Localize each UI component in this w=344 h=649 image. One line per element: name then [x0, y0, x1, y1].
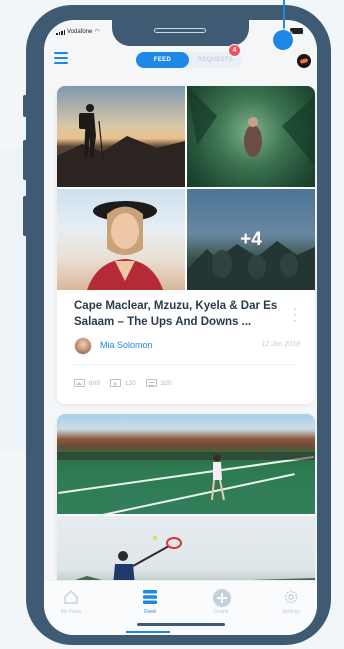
gear-icon: [283, 589, 299, 605]
carrier-name: Vodafone: [67, 28, 93, 35]
home-indicator: [137, 623, 225, 626]
annotation-dot: [273, 30, 293, 50]
nav-create[interactable]: Create: [196, 589, 246, 615]
phone-side-button: [23, 95, 27, 117]
audio-icon: [145, 379, 157, 387]
photo-more[interactable]: +4: [187, 189, 315, 290]
signal-icon: [56, 29, 65, 35]
wifi-icon: ◠: [94, 29, 100, 35]
menu-icon[interactable]: [54, 52, 68, 64]
bottom-nav: My Posts Feed Create Settings: [44, 580, 317, 635]
more-options-icon[interactable]: [293, 308, 297, 322]
feed-list[interactable]: +4 Cape Maclear, Mzuzu, Kyela & Dar Es S…: [44, 80, 317, 600]
tab-feed[interactable]: FEED: [136, 52, 189, 68]
photo-grid[interactable]: +4: [57, 86, 315, 290]
status-bar-left: Vodafone ◠: [56, 28, 100, 35]
divider: [74, 364, 298, 365]
portrait-illustration: [87, 201, 163, 290]
post-card[interactable]: +4 Cape Maclear, Mzuzu, Kyela & Dar Es S…: [57, 86, 315, 404]
feed-requests-toggle: FEED REQUESTS: [136, 52, 242, 68]
more-photos-count: +4: [187, 189, 315, 290]
post-title[interactable]: Cape Maclear, Mzuzu, Kyela & Dar Es Sala…: [74, 298, 294, 330]
post-date: 12 Jan 2018: [261, 341, 300, 348]
video-icon: [109, 379, 121, 387]
plus-icon: [213, 589, 231, 607]
battery-icon: [290, 28, 303, 34]
photos-stat: 609: [74, 379, 100, 387]
videos-count: 120: [124, 379, 136, 387]
photo-icon: [74, 379, 85, 387]
post-author-row: Mia Solomon 12 Jan 2018: [74, 336, 302, 358]
nav-label: Feed: [144, 609, 156, 615]
nav-label: My Posts: [60, 609, 82, 615]
nav-label: Settings: [281, 609, 301, 615]
home-icon: [63, 589, 79, 605]
audio-count: 320: [160, 379, 172, 387]
tennis-player-silhouette: [57, 452, 315, 501]
post-stats: 609 120 320: [74, 379, 172, 387]
photo-hiker[interactable]: [57, 86, 185, 187]
nav-label: Create: [213, 609, 229, 615]
app-screen: Vodafone ◠ FEED REQUESTS 4 +4 Cape Macle…: [44, 20, 317, 635]
forest-silhouette: [187, 86, 315, 166]
nav-my-posts[interactable]: My Posts: [46, 589, 96, 615]
phone-volume-down-button: [23, 196, 27, 236]
author-name[interactable]: Mia Solomon: [100, 340, 153, 350]
videos-stat: 120: [109, 379, 136, 387]
feed-icon: [142, 589, 158, 605]
phone-volume-up-button: [23, 140, 27, 180]
audio-stat: 320: [145, 379, 172, 387]
photo-tennis-court[interactable]: [57, 414, 315, 521]
status-bar-right: [290, 28, 303, 34]
nav-feed[interactable]: Feed: [125, 589, 175, 615]
author-avatar[interactable]: [74, 337, 92, 355]
requests-count-badge: 4: [228, 44, 241, 57]
active-tab-indicator: [126, 631, 170, 633]
speaker-grille: [154, 28, 206, 33]
profile-avatar[interactable]: [297, 54, 311, 68]
hiker-silhouette: [57, 104, 185, 187]
photo-woman-hat[interactable]: [57, 189, 185, 290]
post-card[interactable]: [57, 414, 315, 600]
photos-count: 609: [89, 379, 100, 387]
nav-settings[interactable]: Settings: [266, 589, 316, 615]
photo-forest-hiker[interactable]: [187, 86, 315, 187]
